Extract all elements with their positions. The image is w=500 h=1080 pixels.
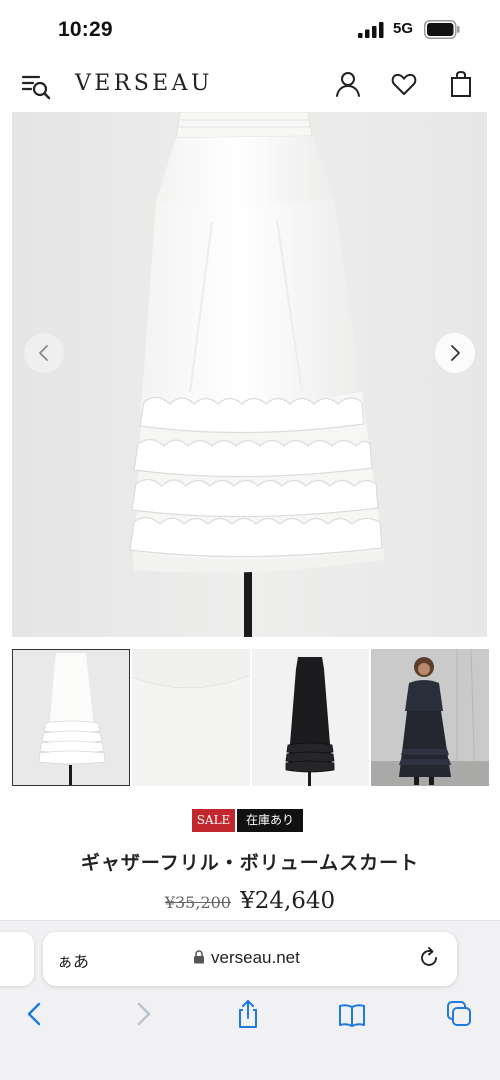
cellular-signal-icon [358,22,384,38]
status-bar: 10:29 5G [0,0,500,60]
bookmarks-icon[interactable] [337,998,367,1030]
battery-icon [424,20,460,39]
sale-price: ¥24,640 [240,888,336,914]
back-icon[interactable] [20,998,50,1030]
menu-search-icon[interactable] [20,70,52,102]
chevron-left-icon [39,345,48,361]
url-display[interactable]: verseau.net [193,948,300,970]
previous-tab-peek[interactable] [0,932,34,986]
heart-icon[interactable] [390,70,418,98]
network-type: 5G [393,20,414,37]
carousel-next-button[interactable] [435,333,475,373]
thumbnail-black-skirt [252,649,369,786]
skirt-photo [12,112,487,637]
address-bar[interactable]: ぁあ verseau.net [43,932,457,986]
tabs-icon[interactable] [444,998,474,1030]
original-price: ¥35,200 [164,893,231,912]
thumbnail-waist-detail [132,649,250,786]
thumbnail-model [371,649,489,786]
brand-logo[interactable]: VERSEAU [75,71,213,96]
thumbnail-1[interactable] [12,649,130,786]
thumbnail-strip [12,649,489,786]
site-header: VERSEAU [0,62,500,110]
lock-icon [194,950,204,964]
status-time: 10:29 [58,18,113,41]
thumbnail-white-skirt [12,649,130,786]
forward-icon[interactable] [128,998,158,1030]
reload-icon[interactable] [417,946,441,970]
thumbnail-2[interactable] [132,649,250,786]
thumbnail-4[interactable] [371,649,489,786]
shopping-bag-icon[interactable] [447,70,475,98]
product-main-image[interactable] [12,112,487,637]
in-stock-badge: 在庫あり [237,809,303,832]
thumbnail-3[interactable] [252,649,369,786]
share-icon[interactable] [233,998,263,1030]
sale-badge: SALE [192,809,235,832]
price-row: ¥35,200 ¥24,640 [0,888,500,914]
page-settings-button[interactable]: ぁあ [57,948,89,972]
user-icon[interactable] [334,70,362,98]
url-text: verseau.net [211,948,300,967]
chevron-right-icon [451,345,460,361]
carousel-prev-button[interactable] [24,333,64,373]
product-name: ギャザーフリル・ボリュームスカート [80,852,420,874]
